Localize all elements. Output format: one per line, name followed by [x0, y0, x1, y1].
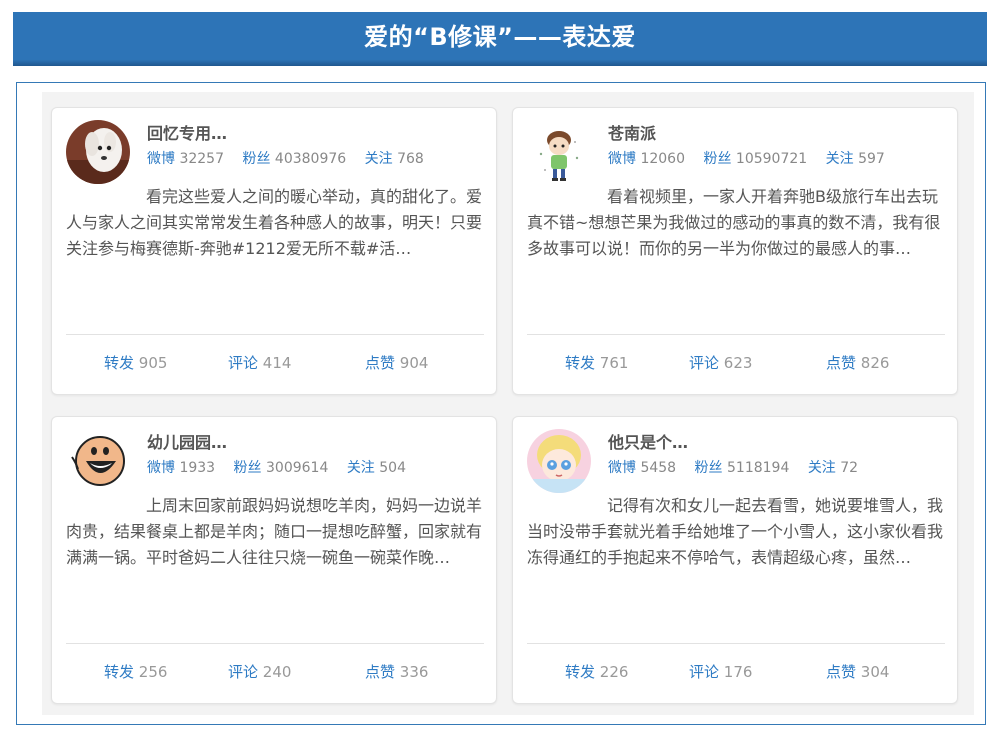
post-text: 看着视频里，一家人开着奔驰B级旅行车出去玩真不错~想想芒果为我做过的感动的事真的… [527, 187, 941, 258]
fans-label: 粉丝 [703, 151, 732, 167]
like-button[interactable]: 点赞 304 [826, 661, 889, 682]
follow-label: 关注 [364, 151, 393, 167]
repost-count: 256 [138, 663, 168, 681]
divider [527, 643, 945, 644]
page-title: 爱的“B修课”——表达爱 [13, 12, 987, 66]
follow-count: 72 [840, 460, 859, 476]
divider [66, 334, 484, 335]
like-label: 点赞 [365, 354, 396, 372]
like-button[interactable]: 点赞 826 [826, 352, 889, 373]
user-stats: 微博 32257 粉丝 40380976 关注 768 [147, 148, 438, 168]
post-card[interactable]: 他只是个… 微博 5458 粉丝 5118194 关注 72 记得有次和女儿一起… [512, 416, 958, 704]
post-card[interactable]: 苍南派 微博 12060 粉丝 10590721 关注 597 看着视频里，一家… [512, 107, 958, 395]
follow-label: 关注 [346, 460, 375, 476]
cartoon-boy-icon[interactable] [527, 120, 591, 184]
follow-label: 关注 [807, 460, 836, 476]
like-button[interactable]: 点赞 904 [365, 352, 428, 373]
comment-label: 评论 [689, 354, 720, 372]
post-text: 上周末回家前跟妈妈说想吃羊肉，妈妈一边说羊肉贵，结果餐桌上都是羊肉；随口一提想吃… [66, 496, 483, 567]
repost-count: 905 [138, 354, 168, 372]
comment-count: 176 [723, 663, 753, 681]
fans-count: 10590721 [735, 151, 808, 167]
cartoon-face-icon[interactable] [66, 429, 130, 493]
like-count: 336 [399, 663, 429, 681]
repost-label: 转发 [104, 663, 135, 681]
comment-button[interactable]: 评论 623 [689, 352, 752, 373]
weibo-count: 1933 [179, 460, 216, 476]
post-text: 看完这些爱人之间的暖心举动，真的甜化了。爱人与家人之间其实常常发生着各种感人的故… [66, 187, 483, 258]
user-stats: 微博 12060 粉丝 10590721 关注 597 [608, 148, 899, 168]
divider [527, 334, 945, 335]
like-count: 826 [860, 354, 890, 372]
like-button[interactable]: 点赞 336 [365, 661, 428, 682]
comment-button[interactable]: 评论 176 [689, 661, 752, 682]
fans-count: 40380976 [274, 151, 347, 167]
weibo-label: 微博 [147, 151, 175, 167]
anime-girl-icon[interactable] [527, 429, 591, 493]
content-frame: 回忆专用… 微博 32257 粉丝 40380976 关注 768 看完这些爱人… [16, 82, 986, 725]
follow-label: 关注 [825, 151, 854, 167]
follow-count: 768 [397, 151, 424, 167]
user-name[interactable]: 回忆专用… [147, 120, 227, 144]
user-stats: 微博 1933 粉丝 3009614 关注 504 [147, 457, 420, 477]
like-count: 904 [399, 354, 429, 372]
fans-count: 3009614 [266, 460, 329, 476]
post-card[interactable]: 幼儿园园… 微博 1933 粉丝 3009614 关注 504 上周末回家前跟妈… [51, 416, 497, 704]
weibo-label: 微博 [147, 460, 175, 476]
like-label: 点赞 [826, 663, 857, 681]
user-stats: 微博 5458 粉丝 5118194 关注 72 [608, 457, 872, 477]
weibo-count: 32257 [179, 151, 224, 167]
weibo-label: 微博 [608, 460, 636, 476]
post-card[interactable]: 回忆专用… 微博 32257 粉丝 40380976 关注 768 看完这些爱人… [51, 107, 497, 395]
repost-label: 转发 [565, 663, 596, 681]
comment-label: 评论 [689, 663, 720, 681]
user-name[interactable]: 幼儿园园… [147, 429, 227, 453]
repost-button[interactable]: 转发 905 [104, 352, 167, 373]
follow-count: 597 [858, 151, 885, 167]
dog-photo-icon[interactable] [66, 120, 130, 184]
like-count: 304 [860, 663, 890, 681]
repost-button[interactable]: 转发 761 [565, 352, 628, 373]
fans-count: 5118194 [727, 460, 790, 476]
repost-button[interactable]: 转发 256 [104, 661, 167, 682]
comment-label: 评论 [228, 354, 259, 372]
repost-button[interactable]: 转发 226 [565, 661, 628, 682]
comment-button[interactable]: 评论 414 [228, 352, 291, 373]
fans-label: 粉丝 [694, 460, 723, 476]
post-text: 记得有次和女儿一起去看雪，她说要堆雪人，我当时没带手套就光着手给她堆了一个小雪人… [527, 496, 944, 567]
comment-count: 623 [723, 354, 753, 372]
repost-count: 226 [599, 663, 629, 681]
like-label: 点赞 [365, 663, 396, 681]
weibo-count: 5458 [640, 460, 677, 476]
card-grid: 回忆专用… 微博 32257 粉丝 40380976 关注 768 看完这些爱人… [42, 92, 974, 715]
comment-count: 414 [262, 354, 292, 372]
weibo-count: 12060 [640, 151, 685, 167]
fans-label: 粉丝 [242, 151, 271, 167]
user-name[interactable]: 苍南派 [608, 120, 656, 144]
comment-button[interactable]: 评论 240 [228, 661, 291, 682]
repost-label: 转发 [565, 354, 596, 372]
user-name[interactable]: 他只是个… [608, 429, 688, 453]
fans-label: 粉丝 [233, 460, 262, 476]
repost-count: 761 [599, 354, 629, 372]
follow-count: 504 [379, 460, 406, 476]
weibo-label: 微博 [608, 151, 636, 167]
comment-label: 评论 [228, 663, 259, 681]
like-label: 点赞 [826, 354, 857, 372]
divider [66, 643, 484, 644]
repost-label: 转发 [104, 354, 135, 372]
comment-count: 240 [262, 663, 292, 681]
